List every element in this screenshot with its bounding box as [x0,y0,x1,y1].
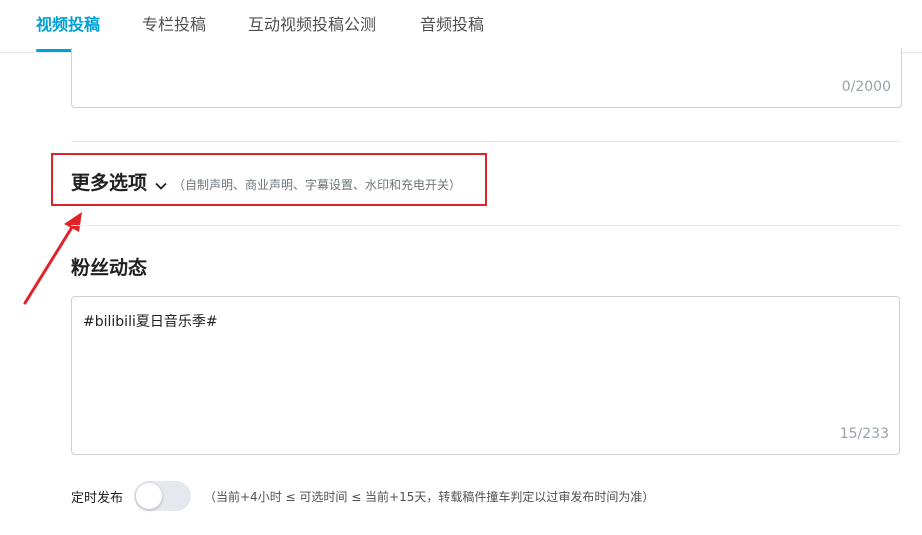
upload-tab-bar: 视频投稿 专栏投稿 互动视频投稿公测 音频投稿 [0,0,922,53]
toggle-knob [136,483,162,509]
fan-dynamics-char-counter: 15/233 [839,426,889,442]
tab-video-upload[interactable]: 视频投稿 [36,0,101,52]
annotation-highlight-box [51,153,487,206]
scheduled-publish-label: 定时发布 [71,491,124,506]
fan-dynamics-textarea[interactable]: #bilibili夏日音乐季# 15/233 [71,296,900,455]
description-char-counter: 0/2000 [841,79,891,95]
divider [71,141,901,142]
scheduled-publish-toggle[interactable] [134,481,191,511]
scheduled-publish-hint: （当前+4小时 ≤ 可选时间 ≤ 当前+15天，转载稿件撞车判定以过审发布时间为… [204,490,655,504]
upload-page: 视频投稿 专栏投稿 互动视频投稿公测 音频投稿 0/2000 更多选项 （自制声明… [0,0,922,535]
tab-column-upload[interactable]: 专栏投稿 [142,0,206,52]
fan-dynamics-value: #bilibili夏日音乐季# [83,314,218,330]
tab-interactive-video-upload[interactable]: 互动视频投稿公测 [248,0,376,52]
description-textarea[interactable]: 0/2000 [71,48,902,108]
divider [71,225,901,226]
tab-audio-upload[interactable]: 音频投稿 [420,0,484,52]
fan-dynamics-title: 粉丝动态 [71,257,148,279]
